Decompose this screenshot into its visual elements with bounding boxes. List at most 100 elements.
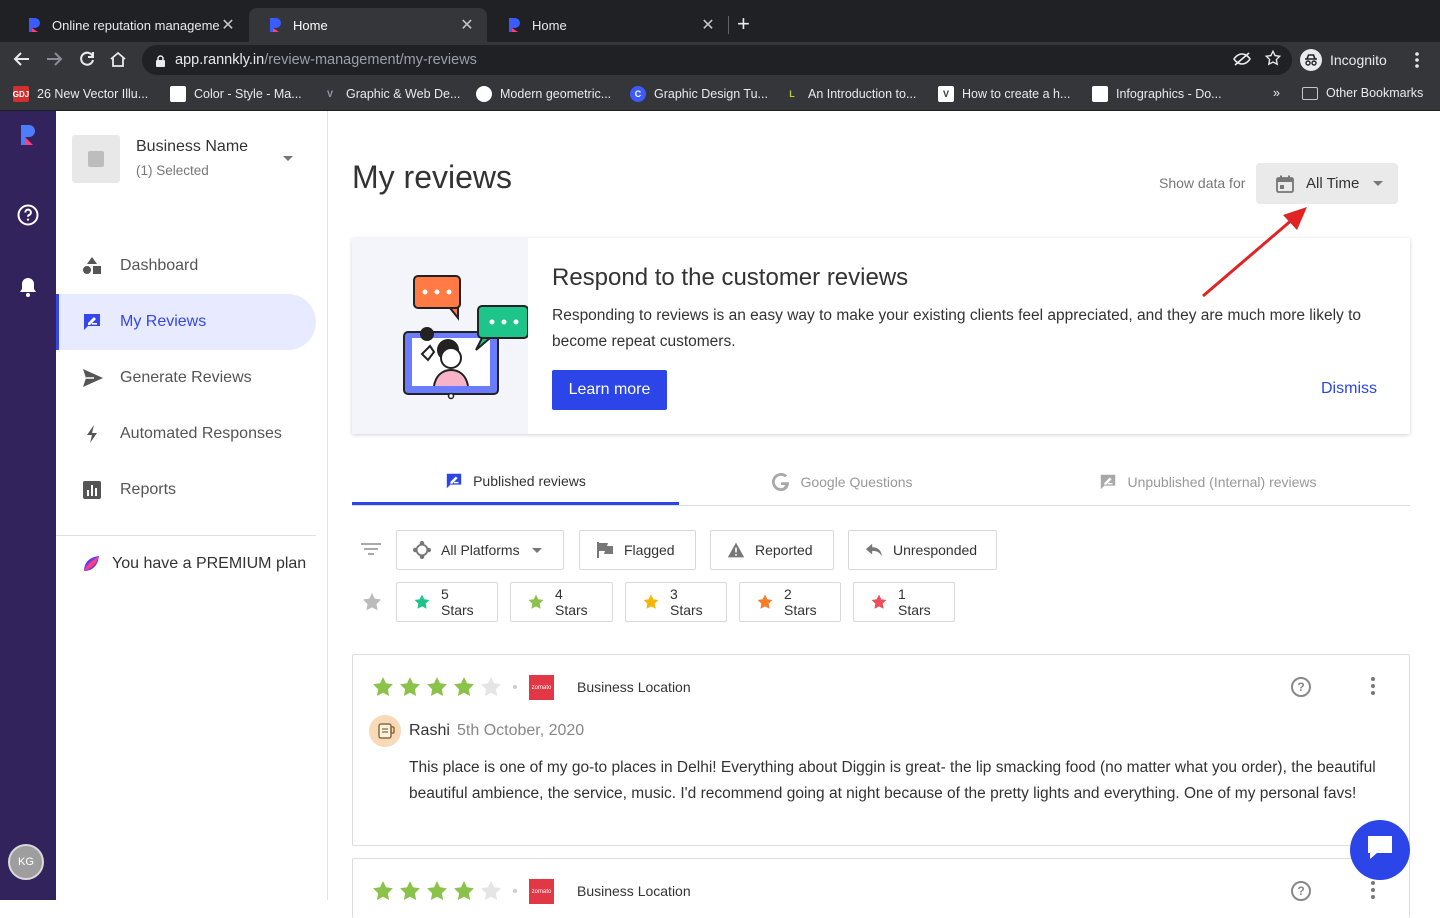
close-tab-icon[interactable]: ✕ [220,15,236,35]
notification-bell-icon[interactable] [17,276,39,298]
filter-list-icon[interactable] [361,541,381,562]
vectips-favicon-icon: V [326,89,333,99]
star-filter-label: 4 Stars [555,586,588,618]
eye-off-icon[interactable] [1233,51,1251,71]
star-filter-label: 2 Stars [784,586,817,618]
home-icon[interactable] [109,50,127,72]
l-favicon-icon: L [789,89,795,99]
dismiss-button[interactable]: Dismiss [1321,380,1377,398]
browser-menu-icon[interactable] [1414,51,1420,73]
close-tab-icon[interactable]: ✕ [700,15,716,35]
reload-icon[interactable] [78,50,96,72]
time-range-dropdown[interactable]: All Time [1256,163,1398,204]
warning-icon [727,541,745,559]
user-avatar[interactable]: KG [8,844,44,880]
bookmark-item[interactable]: Infographics - Do... [1092,86,1222,102]
star-filter-chip[interactable]: 1 Stars [853,582,955,622]
bookmark-label: Color - Style - Ma... [194,87,302,101]
tab-google-questions[interactable]: Google Questions [679,459,1006,505]
send-icon [82,368,103,388]
review-rating [371,675,506,704]
tab-unpublished-reviews[interactable]: Unpublished (Internal) reviews [1006,459,1410,505]
address-bar[interactable]: app.rannkly.in/review-management/my-revi… [142,45,1292,75]
business-selector[interactable]: Business Name (1) Selected [72,135,302,183]
tab-label: Published reviews [473,472,586,489]
browser-tab-1[interactable]: Online reputation managemen ✕ [8,8,248,42]
bookmark-item[interactable]: Color - Style - Ma... [170,86,302,102]
browser-tab-3[interactable]: Home ✕ [488,8,728,42]
incognito-label: Incognito [1330,52,1387,68]
star-filled-icon [452,675,476,704]
other-bookmarks-label: Other Bookmarks [1326,86,1424,100]
star-empty-icon [479,675,503,704]
more-options-icon[interactable] [1371,881,1375,901]
sidebar-item-label: Automated Responses [120,425,282,442]
bookmark-item[interactable]: L An Introduction to... [784,86,916,102]
review-card: zomato Business Location ? [352,858,1410,918]
bookmark-item[interactable]: C Graphic Design Tu... [630,86,768,102]
review-rating [371,879,506,908]
tab-published-reviews[interactable]: Published reviews [352,459,679,505]
browser-tab-2[interactable]: Home ✕ [249,8,487,42]
sidebar-item-dashboard[interactable]: Dashboard [56,238,316,294]
platform-filter-dropdown[interactable]: All Platforms [396,530,564,570]
review-text: This place is one of my go-to places in … [409,759,1376,802]
rannkly-logo-icon[interactable] [19,123,37,147]
sidebar-item-reports[interactable]: Reports [56,462,316,518]
bolt-icon [82,424,102,444]
show-data-label: Show data for [1159,175,1246,191]
sidebar-item-my-reviews[interactable]: My Reviews [56,294,316,350]
chat-support-button[interactable] [1350,820,1410,880]
globe-favicon-icon [476,86,492,102]
review-card: zomato Business Location ? Rashi 5th Oct… [352,654,1410,846]
bookmark-star-icon[interactable] [1264,49,1282,71]
close-tab-icon[interactable]: ✕ [459,15,475,35]
star-filter-chip[interactable]: 3 Stars [625,582,727,622]
unresponded-filter-button[interactable]: Unresponded [848,530,997,570]
bookmark-item[interactable]: GDJ 26 New Vector Illu... [13,86,148,102]
chevron-down-icon [1373,181,1384,186]
star-icon [756,593,774,611]
sidebar-item-generate-reviews[interactable]: Generate Reviews [56,350,316,406]
tab-label: Google Questions [800,474,913,490]
forward-arrow-icon[interactable] [45,50,63,72]
separator-dot [513,889,517,893]
bookmark-item[interactable]: V How to create a h... [938,86,1070,102]
c-favicon-icon: C [630,86,646,102]
bookmark-item[interactable]: Modern geometric... [476,86,611,102]
browser-tab-title: Home [532,17,567,33]
new-tab-icon[interactable]: + [737,13,750,35]
reported-filter-button[interactable]: Reported [710,530,834,570]
browser-tab-bar: Online reputation managemen ✕ Home ✕ Hom… [0,0,1440,42]
info-banner: Respond to the customer reviews Respondi… [352,238,1410,434]
sidebar-item-label: My Reviews [120,313,207,330]
sidebar-item-automated-responses[interactable]: Automated Responses [56,406,316,462]
star-icon [527,593,545,611]
star-filled-icon [425,879,449,908]
star-filled-icon [425,675,449,704]
bookmarks-overflow[interactable]: » [1273,86,1280,100]
star-icon [413,593,431,611]
help-icon[interactable] [17,204,39,226]
flagged-filter-button[interactable]: Flagged [579,530,696,570]
bookmark-label: Modern geometric... [500,87,612,101]
more-options-icon[interactable] [1371,677,1375,697]
help-icon[interactable]: ? [1291,881,1311,901]
help-icon[interactable]: ? [1291,677,1311,697]
star-filter-chip[interactable]: 2 Stars [739,582,841,622]
back-arrow-icon[interactable] [13,50,31,72]
plan-suffix: plan [271,555,307,572]
star-filter-chip[interactable]: 5 Stars [396,582,498,622]
other-bookmarks[interactable]: Other Bookmarks [1302,86,1423,100]
banner-illustration [352,238,529,434]
browser-tab-title: Home [293,17,328,33]
incognito-indicator[interactable]: Incognito [1300,46,1387,74]
google-g-icon [772,473,790,492]
star-filter-chip[interactable]: 4 Stars [510,582,613,622]
banner-heading: Respond to the customer reviews [552,264,909,291]
star-filter-label: 5 Stars [441,586,474,618]
business-name: Business Name [136,138,249,155]
learn-more-button[interactable]: Learn more [552,370,667,410]
rannkly-favicon-icon [269,17,283,33]
bookmark-item[interactable]: V Graphic & Web De... [322,86,460,102]
